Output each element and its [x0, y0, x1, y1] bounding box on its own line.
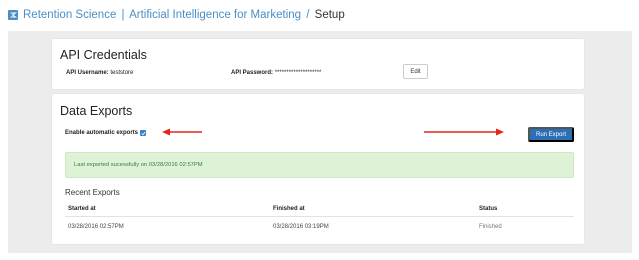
- api-password-value: ********************: [274, 70, 322, 76]
- automatic-exports-label: Enable automatic exports: [65, 130, 139, 136]
- api-credentials-card: API Credentials API Username: teststore …: [52, 39, 584, 89]
- recent-exports-table: Started at Finished at Status 03/28/2016…: [65, 202, 574, 236]
- column-header-status: Status: [479, 206, 498, 212]
- main-panel: API Credentials API Username: teststore …: [8, 31, 632, 253]
- column-header-started-at: Started at: [68, 206, 96, 212]
- cell-status: Finished: [479, 223, 502, 230]
- breadcrumb-separator: /: [306, 9, 310, 21]
- api-credentials-title: API Credentials: [60, 48, 147, 62]
- api-username-value: teststore: [110, 70, 134, 76]
- table-header-row: Started at Finished at Status: [65, 202, 574, 217]
- edit-button[interactable]: Edit: [403, 64, 428, 79]
- export-success-alert: Last exported sucessfully on 03/28/2016 …: [65, 152, 574, 178]
- breadcrumb: Retention Science | Artificial Intellige…: [23, 9, 345, 21]
- cell-finished-at: 03/28/2016 03:19PM: [273, 223, 329, 230]
- api-password-label: API Password:: [231, 70, 274, 76]
- cell-started-at: 03/28/2016 02:57PM: [68, 223, 124, 230]
- data-exports-title: Data Exports: [60, 104, 133, 118]
- api-password: API Password: ********************: [231, 70, 321, 76]
- top-bar: Retention Science | Artificial Intellige…: [0, 0, 639, 30]
- breadcrumb-section[interactable]: Artificial Intelligence for Marketing: [129, 9, 301, 21]
- breadcrumb-separator: |: [121, 9, 125, 21]
- api-username-label: API Username:: [66, 70, 109, 76]
- export-success-message: Last exported sucessfully on 03/28/2016 …: [74, 162, 203, 168]
- column-header-finished-at: Finished at: [273, 206, 305, 212]
- table-row: 03/28/2016 02:57PM 03/28/2016 03:19PM Fi…: [65, 217, 574, 236]
- retention-science-logo-icon[interactable]: [8, 10, 18, 20]
- automatic-exports-toggle[interactable]: Enable automatic exports: [65, 130, 147, 136]
- annotation-arrow-right-icon: [424, 128, 504, 136]
- api-username: API Username: teststore: [66, 70, 133, 76]
- data-exports-card: Data Exports Enable automatic exports Ru…: [52, 94, 584, 244]
- check-icon: [140, 131, 146, 135]
- run-export-button[interactable]: Run Export: [528, 127, 574, 142]
- breadcrumb-current-page: Setup: [314, 9, 345, 21]
- recent-exports-title: Recent Exports: [65, 188, 120, 197]
- annotation-arrow-left-icon: [162, 128, 202, 136]
- automatic-exports-checkbox[interactable]: [140, 130, 147, 136]
- breadcrumb-brand[interactable]: Retention Science: [23, 9, 116, 21]
